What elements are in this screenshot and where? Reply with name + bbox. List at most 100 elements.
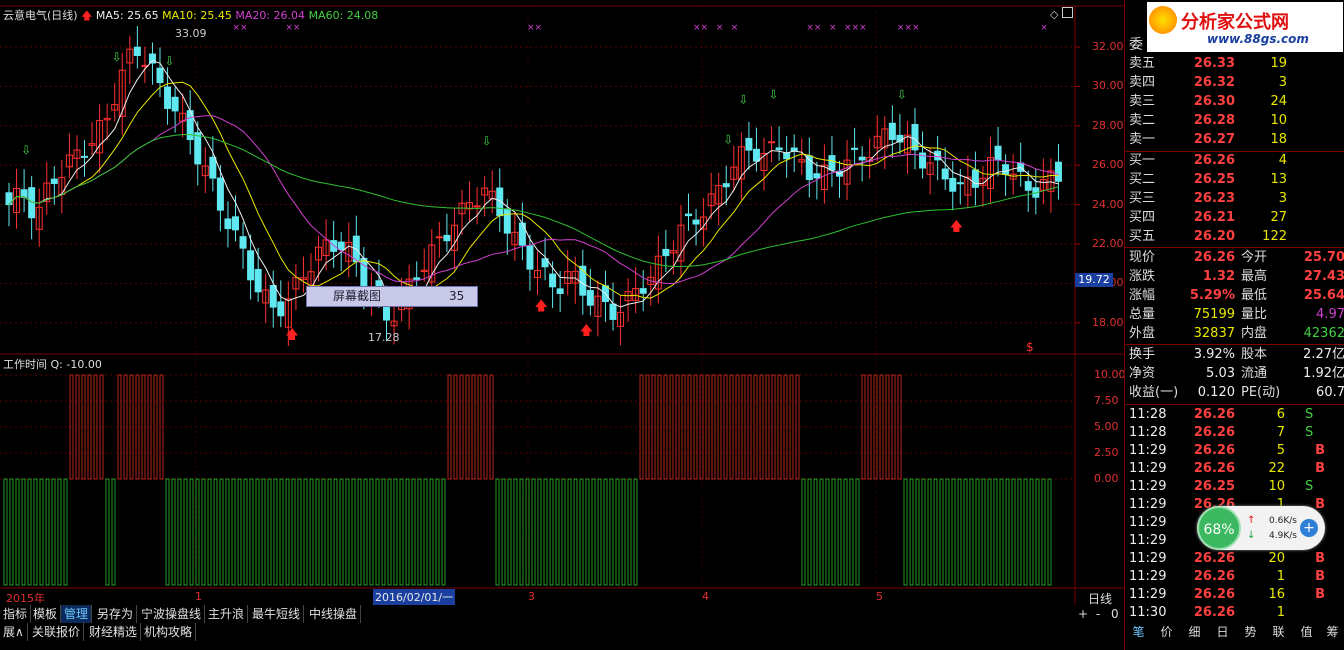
candle — [1002, 164, 1010, 175]
stat-value: 25.70 — [1303, 250, 1344, 265]
diamond-icon[interactable]: ◇ — [1050, 8, 1058, 21]
tab-institution[interactable]: 机构攻略 — [141, 623, 197, 641]
rtab-shi[interactable]: 势 — [1237, 623, 1264, 641]
svg-text:🡅: 🡅 — [580, 324, 593, 339]
svg-text:⇩: ⇩ — [165, 54, 175, 68]
tick-time: 11:28 — [1129, 425, 1167, 440]
tab-ningbo[interactable]: 宁波操盘线 — [138, 605, 206, 623]
fund-label: 换手 — [1129, 347, 1156, 362]
rtab-xi[interactable]: 细 — [1181, 623, 1208, 641]
plus-icon[interactable]: + — [1300, 519, 1318, 537]
price-tick: 28.00 — [1092, 118, 1124, 132]
bid-volume: 13 — [1270, 172, 1287, 187]
candle — [994, 145, 1002, 161]
rtab-lian[interactable]: 联 — [1265, 623, 1292, 641]
candle — [858, 156, 866, 161]
tab-template[interactable]: 模板 — [30, 605, 62, 623]
rtab-ri[interactable]: 日 — [1209, 623, 1236, 641]
svg-text:⇩: ⇩ — [738, 92, 748, 106]
tab-save-as[interactable]: 另存为 — [94, 605, 138, 623]
rtab-chou[interactable]: 筹 — [1319, 623, 1344, 641]
zoom-reset-button[interactable]: 0 — [1111, 605, 1119, 623]
indicator-param: Q: -10.00 — [50, 358, 102, 371]
ask-price: 26.32 — [1193, 75, 1235, 90]
tick-price: 26.26 — [1193, 461, 1235, 476]
tab-related-quote[interactable]: 关联报价 — [29, 623, 85, 641]
candle — [851, 147, 859, 150]
tick-time: 11:29 — [1129, 533, 1167, 548]
tab-finance-picks[interactable]: 财经精选 — [86, 623, 142, 641]
svg-text:×: × — [859, 23, 867, 33]
fund-row: 收益(一) 0.120 PE(动) 60.7 — [1125, 384, 1344, 402]
price-tick: 26.00 — [1092, 158, 1124, 172]
tick-row: 11:29 26.26 22 B — [1125, 460, 1344, 478]
time-m3: 3 — [528, 590, 535, 603]
tab-indicator[interactable]: 指标 — [0, 605, 32, 623]
tick-price: 26.26 — [1193, 443, 1235, 458]
svg-text:×: × — [829, 23, 837, 33]
ask-volume: 24 — [1270, 94, 1287, 109]
indicator-tick: 7.50 — [1094, 394, 1119, 407]
ask-volume: 19 — [1270, 56, 1287, 71]
tab-zhongxian[interactable]: 中线操盘 — [306, 605, 362, 623]
candle — [1024, 181, 1032, 191]
candle — [337, 241, 345, 251]
svg-text:×: × — [912, 23, 920, 33]
kline-chart[interactable]: ⇩⇩ ⇩⇩ ⇩⇩ ⇩ ⇩🡅🡅🡅🡅× × × × × × × × × × × × × × × × × × × × — [0, 0, 1124, 605]
bid-label: 买四 — [1129, 210, 1156, 225]
price-tick: 32.00 — [1092, 40, 1124, 53]
ask-label: 卖二 — [1129, 113, 1156, 128]
stat-row: 涨幅 5.29% 最低 25.64 — [1125, 287, 1344, 305]
maximize-icon[interactable] — [1062, 7, 1073, 18]
bid-row: 买三 26.23 3 — [1125, 190, 1344, 208]
tab-expand[interactable]: 展∧ — [0, 623, 28, 641]
tick-row: 11:29 26.25 10 S — [1125, 478, 1344, 496]
zoom-out-button[interactable]: - — [1096, 605, 1100, 623]
fund-row: 净资 5.03 流通 1.92亿 — [1125, 365, 1344, 383]
candle — [692, 219, 700, 225]
rtab-bi[interactable]: 笔 — [1125, 623, 1152, 641]
tick-side: B — [1315, 461, 1325, 476]
network-speed-widget[interactable]: 68% ↑ 0.6K/s ↓ 4.9K/s + — [1197, 506, 1325, 550]
tick-price: 26.26 — [1193, 551, 1235, 566]
candle — [685, 213, 692, 217]
flower-logo-icon — [1149, 6, 1177, 34]
candle — [662, 248, 670, 257]
zoom-in-button[interactable]: + — [1078, 605, 1088, 623]
date-box: 2016/02/01/一 — [373, 589, 456, 605]
ask-label: 卖五 — [1129, 56, 1156, 71]
svg-text:×: × — [806, 23, 814, 33]
tick-side: S — [1305, 479, 1314, 494]
candle — [956, 182, 964, 185]
stat-label: 现价 — [1129, 250, 1156, 265]
download-arrow-icon: ↓ — [1247, 530, 1256, 541]
svg-text:🡅: 🡅 — [285, 327, 298, 342]
tab-zuiniu[interactable]: 最牛短线 — [249, 605, 305, 623]
label-wei: 委 — [1129, 37, 1143, 53]
bid-label: 买五 — [1129, 229, 1156, 244]
candle — [941, 168, 949, 180]
tick-row: 11:28 26.26 6 S — [1125, 406, 1344, 424]
tick-row: 11:28 26.26 7 S — [1125, 424, 1344, 442]
bid-row: 买四 26.21 27 — [1125, 209, 1344, 227]
tab-manage[interactable]: 管理 — [61, 605, 93, 623]
stat-row: 外盘 32837 内盘 42362 — [1125, 325, 1344, 343]
tick-volume: 1 — [1276, 569, 1285, 584]
tick-price: 26.26 — [1193, 605, 1235, 620]
ask-price: 26.27 — [1193, 132, 1235, 147]
rtab-jia[interactable]: 价 — [1153, 623, 1180, 641]
time-start: 2015年 — [6, 592, 45, 605]
screenshot-tooltip[interactable]: 屏幕截图 35 — [306, 286, 478, 307]
candle — [1054, 161, 1062, 182]
chart-header: 云意电气(日线) 🡅 MA5: 25.65 MA10: 25.45 MA20: … — [3, 7, 378, 26]
time-m1: 1 — [195, 590, 202, 603]
bid-price: 26.25 — [1193, 172, 1235, 187]
bid-volume: 122 — [1262, 229, 1287, 244]
tick-volume: 16 — [1268, 587, 1285, 602]
ask-row: 卖五 26.33 19 — [1125, 55, 1344, 73]
tab-zhushenglang[interactable]: 主升浪 — [205, 605, 249, 623]
bid-price: 26.23 — [1193, 191, 1235, 206]
tick-volume: 20 — [1268, 551, 1285, 566]
ask-row: 卖一 26.27 18 — [1125, 131, 1344, 149]
rtab-zhi[interactable]: 值 — [1293, 623, 1320, 641]
